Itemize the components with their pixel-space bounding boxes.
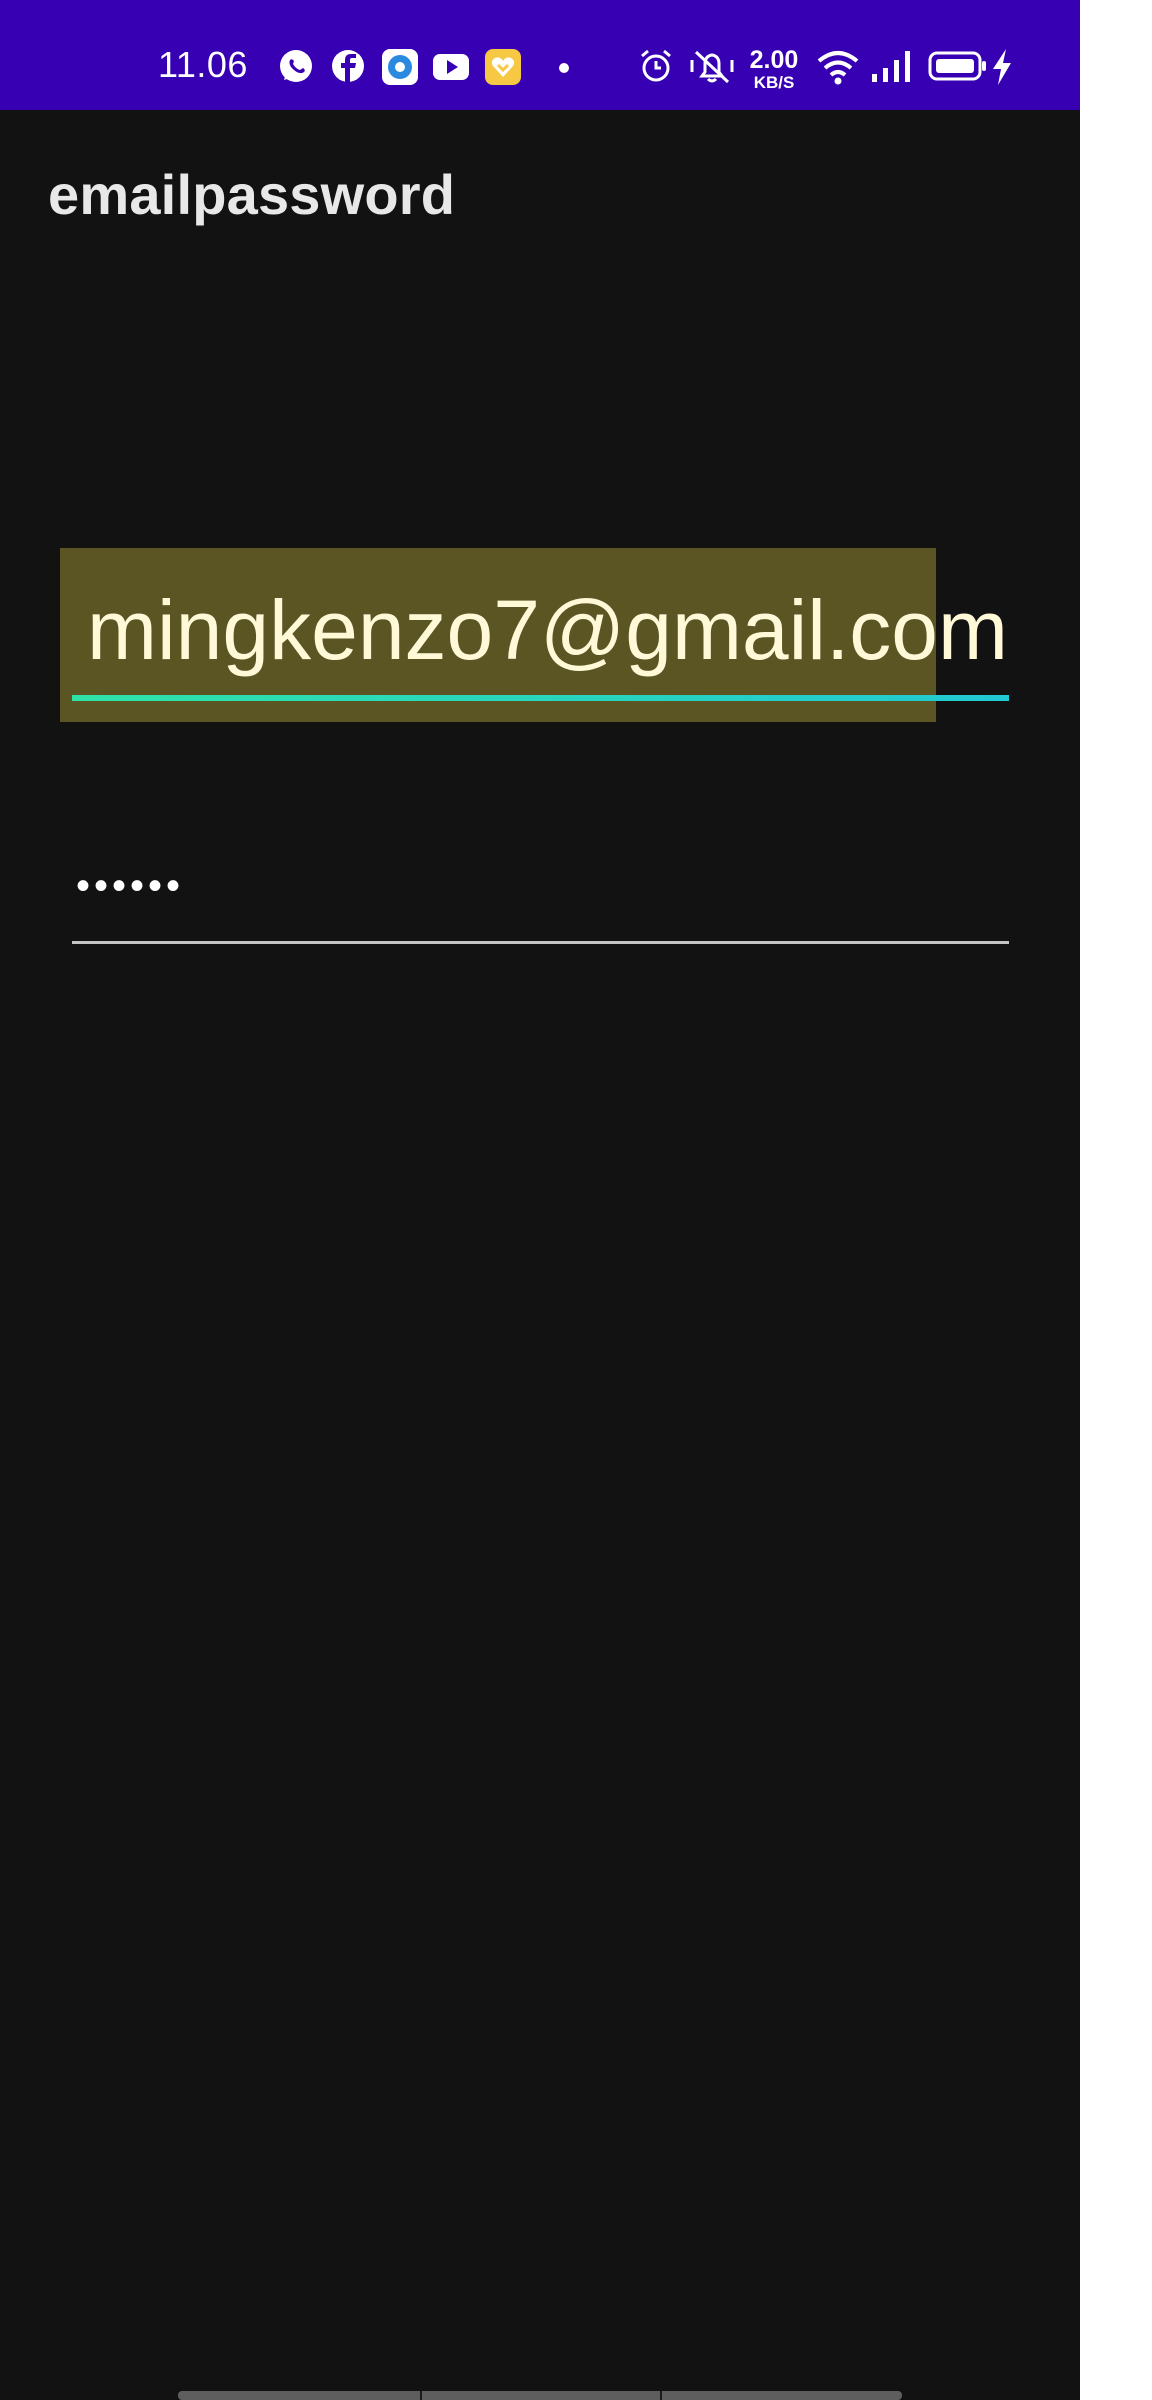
facebook-icon: [330, 48, 366, 88]
app-icon: [381, 48, 419, 88]
email-field-underline: [72, 695, 1009, 701]
email-input[interactable]: mingkenzo7@gmail.com: [87, 588, 1008, 672]
battery-icon: [928, 48, 988, 88]
navigation-handle-divider: [420, 2391, 422, 2400]
app-title: emailpassword: [48, 163, 456, 226]
youtube-icon: [432, 48, 470, 88]
net-speed-value: 2.00: [749, 46, 799, 74]
navigation-handle-divider: [660, 2391, 662, 2400]
password-field[interactable]: ••••••: [72, 840, 1009, 950]
status-time: 11.06: [158, 44, 248, 85]
heart-app-icon: [484, 48, 522, 88]
vibrate-mute-icon: [688, 48, 736, 88]
whatsapp-icon: [278, 48, 314, 88]
alarm-icon: [638, 48, 674, 88]
password-field-underline: [72, 941, 1009, 944]
app-screen: 11.06 2.00 KB/S emailpassword mingkenzo7…: [0, 0, 1080, 2400]
navigation-handle[interactable]: [178, 2391, 902, 2400]
charging-bolt-icon: [990, 48, 1014, 88]
net-speed-indicator: 2.00 KB/S: [746, 46, 802, 92]
wifi-icon: [816, 48, 860, 88]
status-bar: 11.06 2.00 KB/S: [0, 0, 1080, 110]
password-input[interactable]: ••••••: [76, 866, 184, 906]
net-speed-unit: KB/S: [753, 73, 795, 92]
email-field[interactable]: mingkenzo7@gmail.com: [72, 560, 1008, 690]
signal-icon: [870, 48, 914, 88]
notification-dot-icon: [558, 62, 570, 102]
